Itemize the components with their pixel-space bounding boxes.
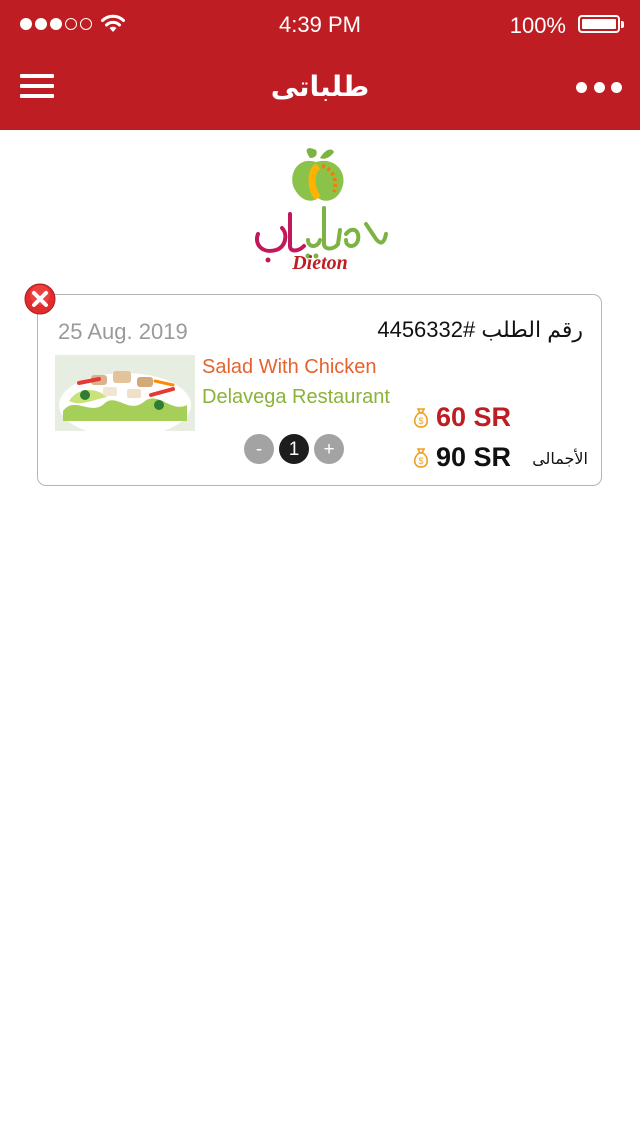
page-title: طلباتى [270,71,370,102]
item-name: Salad With Chicken [202,356,377,378]
decrease-quantity-button[interactable]: - [244,434,274,464]
battery-percent: 100% [509,13,566,38]
logo-text: Dieton [292,252,348,274]
order-date: 25 Aug. 2019 [58,319,188,344]
restaurant-name: Delavega Restaurant [202,386,390,408]
salad-image [55,355,195,431]
total-price: 90 SR [435,442,511,472]
quantity-stepper: - 1 + [244,434,344,464]
item-price-row: $ 60 SR [412,402,511,433]
svg-text:$: $ [418,456,423,466]
item-price: 60 SR [435,402,511,432]
order-number: رقم الطلب #4456332 [377,317,583,342]
money-bag-icon: $ [413,407,429,428]
quantity-value: 1 [279,434,309,464]
svg-text:$: $ [418,416,423,426]
total-price-row: $ 90 SR [412,442,511,473]
increase-quantity-button[interactable]: + [314,434,344,464]
money-bag-icon: $ [413,447,429,468]
app-header: 4:39 PM 100% طلباتى [0,0,640,130]
status-bar: 4:39 PM 100% [0,0,640,50]
battery-icon [578,15,624,33]
delete-x-icon[interactable] [24,283,56,315]
order-card: 25 Aug. 2019 رقم الطلب #4456332 Salad Wi… [37,294,602,486]
total-label: الأجمالى [532,451,588,468]
more-dots-icon[interactable] [576,80,622,94]
